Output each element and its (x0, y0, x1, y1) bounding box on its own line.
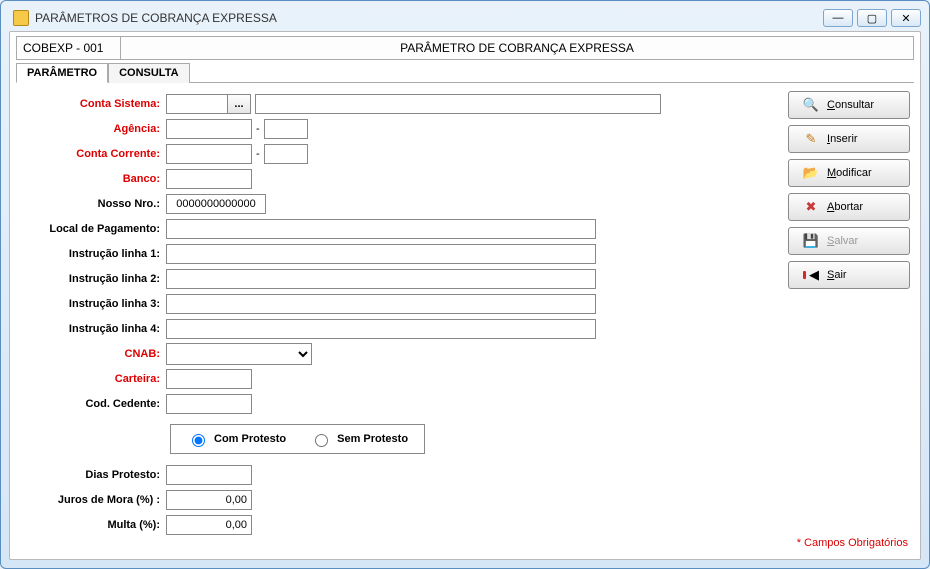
close-button[interactable]: ✕ (891, 9, 921, 27)
inserir-button[interactable]: ✎ Inserir (788, 125, 910, 153)
app-icon (13, 10, 29, 26)
folder-icon: 📂 (803, 165, 819, 181)
carteira-input[interactable] (166, 369, 252, 389)
app-window: PARÂMETROS DE COBRANÇA EXPRESSA — ▢ ✕ CO… (0, 0, 930, 569)
label-cod-cedente: Cod. Cedente: (16, 398, 166, 410)
agencia-input[interactable] (166, 119, 252, 139)
label-nosso-nro: Nosso Nro.: (16, 198, 166, 210)
form-area: Conta Sistema: ... Agência: - Conta Corr… (16, 83, 782, 546)
banco-input[interactable] (166, 169, 252, 189)
conta-corrente-input[interactable] (166, 144, 252, 164)
tab-parametro[interactable]: PARÂMETRO (16, 63, 108, 83)
search-icon: 🔍 (803, 97, 819, 113)
titlebar: PARÂMETROS DE COBRANÇA EXPRESSA — ▢ ✕ (5, 5, 925, 31)
label-conta-sistema: Conta Sistema: (16, 98, 166, 110)
tab-consulta[interactable]: CONSULTA (108, 63, 189, 83)
label-instrucao1: Instrução linha 1: (16, 248, 166, 260)
instrucao3-input[interactable] (166, 294, 596, 314)
minimize-button[interactable]: — (823, 9, 853, 27)
instrucao4-input[interactable] (166, 319, 596, 339)
local-pagamento-input[interactable] (166, 219, 596, 239)
label-agencia: Agência: (16, 123, 166, 135)
abortar-button[interactable]: ✖ Abortar (788, 193, 910, 221)
cnab-select[interactable] (166, 343, 312, 365)
form-header: COBEXP - 001 PARÂMETRO DE COBRANÇA EXPRE… (16, 36, 914, 60)
protesto-group: Com Protesto Sem Protesto (170, 424, 425, 454)
save-icon: 💾 (803, 233, 819, 249)
instrucao2-input[interactable] (166, 269, 596, 289)
edit-icon: ✎ (803, 131, 819, 147)
action-sidebar: 🔍 Consultar ✎ Inserir 📂 Modificar ✖ Abor… (782, 83, 914, 546)
agencia-digit-input[interactable] (264, 119, 308, 139)
label-instrucao3: Instrução linha 3: (16, 298, 166, 310)
radio-sem-protesto-input[interactable] (315, 434, 328, 447)
modificar-button[interactable]: 📂 Modificar (788, 159, 910, 187)
sair-button[interactable]: ◀ Sair (788, 261, 910, 289)
conta-sistema-input[interactable] (166, 94, 228, 114)
salvar-button: 💾 Salvar (788, 227, 910, 255)
label-banco: Banco: (16, 173, 166, 185)
window-title: PARÂMETROS DE COBRANÇA EXPRESSA (9, 10, 823, 26)
cod-cedente-input[interactable] (166, 394, 252, 414)
nosso-nro-input[interactable] (166, 194, 266, 214)
conta-sistema-desc-input[interactable] (255, 94, 661, 114)
label-local-pagamento: Local de Pagamento: (16, 223, 166, 235)
cancel-icon: ✖ (803, 199, 819, 215)
label-cnab: CNAB: (16, 348, 166, 360)
form-code: COBEXP - 001 (17, 37, 121, 59)
client-area: COBEXP - 001 PARÂMETRO DE COBRANÇA EXPRE… (9, 31, 921, 560)
label-instrucao4: Instrução linha 4: (16, 323, 166, 335)
maximize-button[interactable]: ▢ (857, 9, 887, 27)
conta-sistema-lookup-button[interactable]: ... (227, 94, 251, 114)
label-carteira: Carteira: (16, 373, 166, 385)
label-instrucao2: Instrução linha 2: (16, 273, 166, 285)
consultar-button[interactable]: 🔍 Consultar (788, 91, 910, 119)
juros-mora-input[interactable] (166, 490, 252, 510)
radio-com-protesto[interactable]: Com Protesto (187, 431, 286, 447)
label-multa: Multa (%): (16, 519, 166, 531)
dias-protesto-input[interactable] (166, 465, 252, 485)
radio-com-protesto-input[interactable] (192, 434, 205, 447)
mandatory-note: * Campos Obrigatórios (797, 537, 908, 549)
label-dias-protesto: Dias Protesto: (16, 469, 166, 481)
instrucao1-input[interactable] (166, 244, 596, 264)
tab-strip: PARÂMETRO CONSULTA (16, 62, 914, 83)
window-title-text: PARÂMETROS DE COBRANÇA EXPRESSA (35, 11, 277, 25)
label-conta-corrente: Conta Corrente: (16, 148, 166, 160)
exit-icon: ◀ (803, 267, 819, 283)
form-title: PARÂMETRO DE COBRANÇA EXPRESSA (121, 37, 913, 59)
radio-sem-protesto[interactable]: Sem Protesto (310, 431, 408, 447)
conta-corrente-digit-input[interactable] (264, 144, 308, 164)
multa-input[interactable] (166, 515, 252, 535)
label-juros-mora: Juros de Mora (%) : (16, 494, 166, 506)
